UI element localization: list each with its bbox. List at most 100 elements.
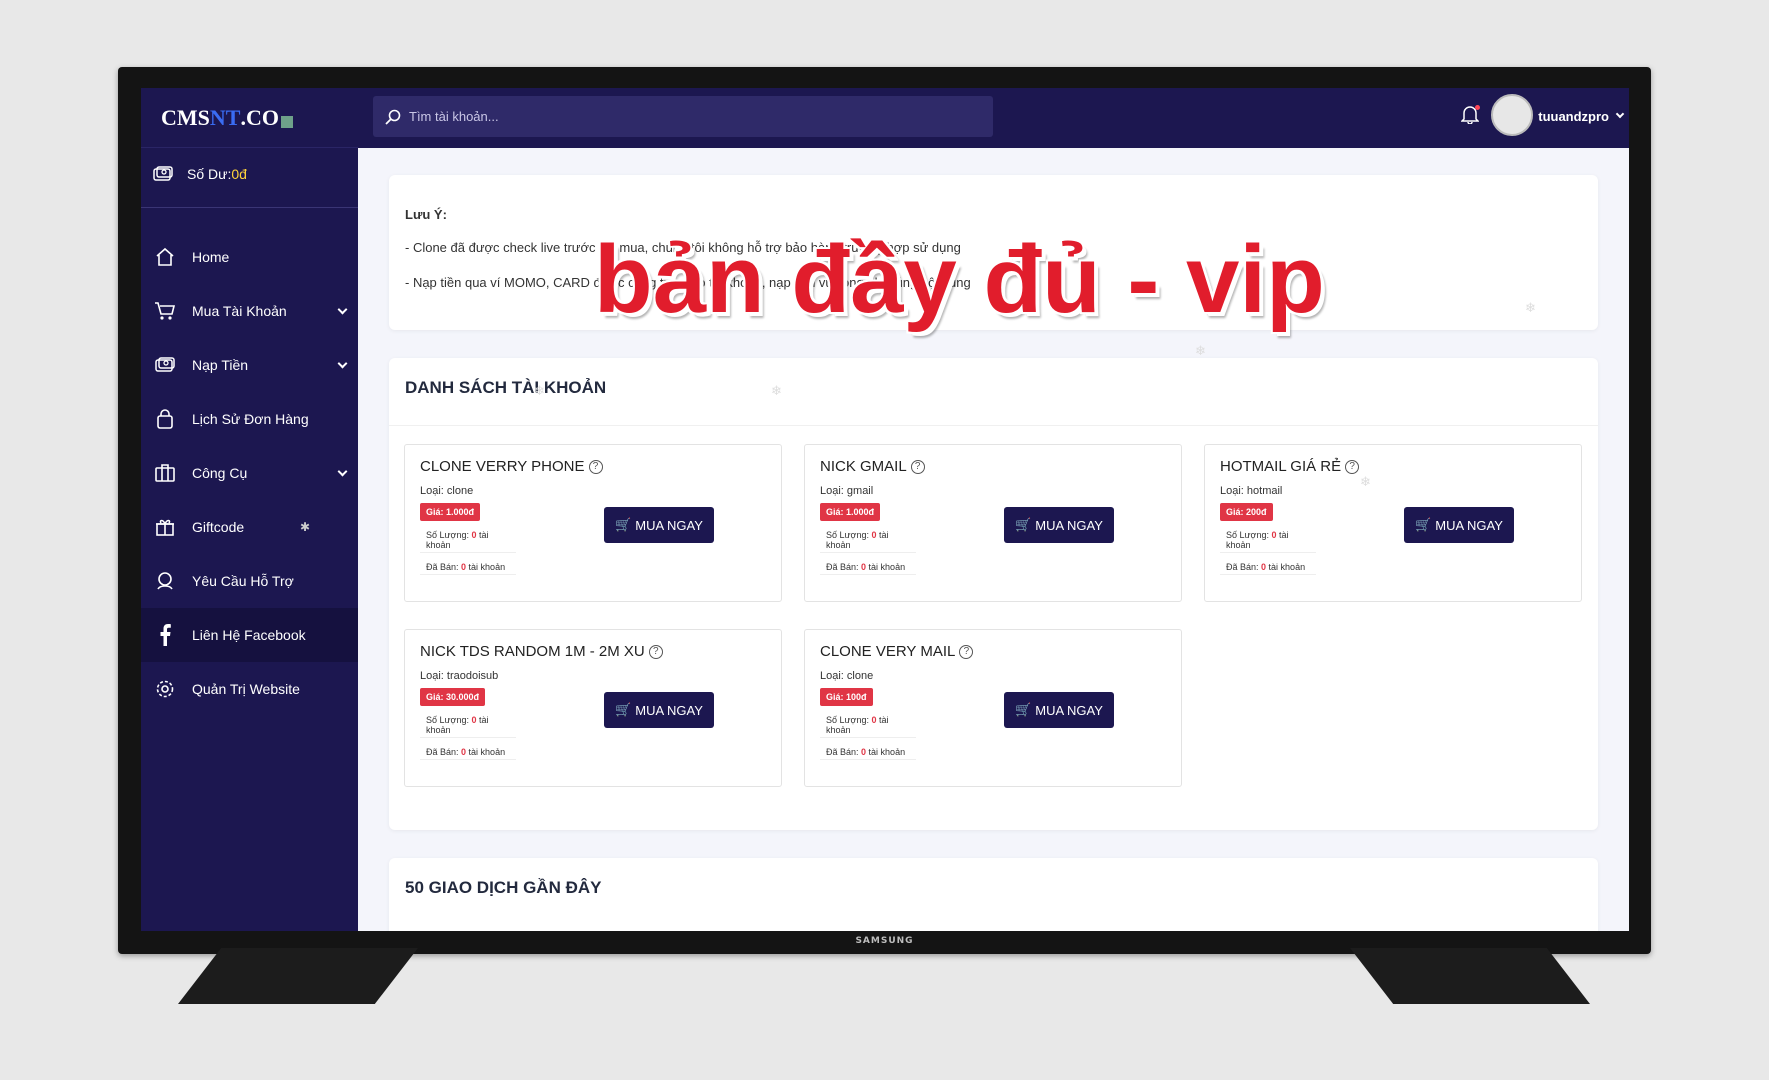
support-icon [153, 569, 177, 593]
stock-count: Số Lượng: 0 tài khoản [420, 528, 516, 553]
buy-label: MUA NGAY [1035, 702, 1103, 718]
buy-now-button[interactable]: 🛒 MUA NGAY [604, 507, 714, 543]
stock-count: Số Lượng: 0 tài khoản [420, 713, 516, 738]
logo-text-a: CMS [161, 104, 210, 130]
cart-icon: 🛒 [1015, 702, 1032, 717]
sold-unit: tài khoản [866, 562, 906, 572]
help-icon[interactable]: ? [1345, 459, 1360, 474]
buy-label: MUA NGAY [635, 702, 703, 718]
buy-now-button[interactable]: 🛒 MUA NGAY [1404, 507, 1514, 543]
money-icon [153, 353, 177, 377]
buy-label: MUA NGAY [1035, 517, 1103, 533]
notification-dot [1475, 105, 1480, 110]
cart-icon: 🛒 [1015, 517, 1032, 532]
recent-transactions-heading: 50 GIAO DỊCH GẦN ĐÂY [405, 878, 602, 897]
stock-label: Số Lượng: [826, 715, 872, 725]
product-type: Loại: hotmail [1220, 485, 1283, 497]
sidebar: CMS NT .CO Số Dư: 0đ Home Mua Tài Khoản Nạ… [141, 88, 358, 931]
search-placeholder: Tìm tài khoản... [409, 109, 499, 124]
sidebar-item-label: Công Cụ [192, 465, 248, 481]
sidebar-item-support[interactable]: Yêu Cầu Hỗ Trợ [141, 554, 358, 608]
product-name-row: HOTMAIL GIÁ RẺ? [1220, 458, 1566, 475]
snowflake-icon: ✱ [299, 520, 310, 534]
sidebar-item-label: Liên Hệ Facebook [192, 627, 306, 643]
product-name: HOTMAIL GIÁ RẺ [1220, 458, 1342, 475]
sidebar-item-label: Yêu Cầu Hỗ Trợ [192, 573, 294, 589]
search-input[interactable]: Tìm tài khoản... [373, 96, 993, 137]
browser-screen: CMS NT .CO Số Dư: 0đ Home Mua Tài Khoản Nạ… [141, 88, 1629, 931]
product-type: Loại: clone [420, 485, 474, 497]
balance-value: 0đ [231, 166, 247, 182]
wallet-icon [153, 166, 173, 182]
notice-title: Lưu Ý: [405, 207, 447, 222]
sold-label: Đã Bán: [826, 747, 862, 757]
sidebar-item-label: Nạp Tiền [192, 357, 249, 373]
user-name[interactable]: tuuandzpro [1538, 109, 1609, 124]
sidebar-item-deposit[interactable]: Nạp Tiền [141, 338, 358, 392]
buy-label: MUA NGAY [1435, 517, 1503, 533]
avatar[interactable] [1491, 94, 1533, 136]
sidebar-item-facebook[interactable]: Liên Hệ Facebook [141, 608, 358, 662]
buy-now-button[interactable]: 🛒 MUA NGAY [1004, 507, 1114, 543]
stock-count: Số Lượng: 0 tài khoản [820, 528, 916, 553]
help-icon[interactable]: ? [910, 459, 925, 474]
sidebar-item-tools[interactable]: Công Cụ [141, 446, 358, 500]
product-name: NICK GMAIL [820, 458, 907, 475]
product-card: NICK TDS RANDOM 1M - 2M XU? Loại: traodo… [404, 629, 782, 787]
sidebar-item-order-history[interactable]: Lịch Sử Đơn Hàng [141, 392, 358, 446]
product-name: CLONE VERY MAIL [820, 643, 956, 660]
help-icon[interactable]: ? [959, 644, 974, 659]
home-icon [153, 245, 177, 269]
price-badge: Giá: 100đ [820, 688, 873, 706]
site-logo[interactable]: CMS NT .CO [141, 88, 358, 148]
sold-count: Đã Bán: 0 tài khoản [420, 560, 516, 575]
sold-label: Đã Bán: [826, 562, 862, 572]
product-type: Loại: traodoisub [420, 670, 499, 682]
chevron-down-icon[interactable] [1615, 109, 1625, 119]
sidebar-item-label: Quản Trị Website [192, 681, 300, 697]
buy-now-button[interactable]: 🛒 MUA NGAY [604, 692, 714, 728]
product-card: CLONE VERY MAIL? Loại: clone Giá: 100đ S… [804, 629, 1182, 787]
account-list-card: DANH SÁCH TÀI KHOẢN CLONE VERRY PHONE? L… [389, 358, 1598, 830]
product-type: Loại: clone [820, 670, 874, 682]
sidebar-menu: Home Mua Tài Khoản Nạp Tiền Lịch Sử Đơn … [141, 230, 358, 716]
product-card: HOTMAIL GIÁ RẺ? Loại: hotmail Giá: 200đ … [1204, 444, 1582, 602]
balance-label: Số Dư: [187, 166, 232, 182]
account-list-heading: DANH SÁCH TÀI KHOẢN [389, 358, 1598, 426]
sold-count: Đã Bán: 0 tài khoản [820, 560, 916, 575]
tv-stand-left [178, 948, 418, 1004]
logo-text-c: .CO [240, 104, 279, 130]
facebook-icon [153, 623, 177, 647]
sidebar-item-label: Home [192, 249, 230, 265]
help-icon[interactable]: ? [588, 459, 603, 474]
product-type: Loại: gmail [820, 485, 874, 497]
price-badge: Giá: 30.000đ [420, 688, 486, 706]
chevron-down-icon [337, 304, 348, 315]
sidebar-item-home[interactable]: Home [141, 230, 358, 284]
buy-now-button[interactable]: 🛒 MUA NGAY [1004, 692, 1114, 728]
sidebar-item-buy-account[interactable]: Mua Tài Khoản [141, 284, 358, 338]
snowflake-icon: ❄ [1360, 474, 1371, 489]
bag-icon [153, 407, 177, 431]
stock-count: Số Lượng: 0 tài khoản [1220, 528, 1316, 553]
help-icon[interactable]: ? [648, 644, 663, 659]
chevron-down-icon [337, 466, 348, 477]
snowflake-icon: ❄ [534, 383, 545, 398]
sold-label: Đã Bán: [1226, 562, 1262, 572]
balance-display: Số Dư: 0đ [141, 148, 358, 208]
snowflake-icon: ❄ [771, 383, 782, 398]
sidebar-item-label: Lịch Sử Đơn Hàng [192, 411, 309, 427]
sold-unit: tài khoản [466, 747, 506, 757]
product-name: NICK TDS RANDOM 1M - 2M XU [420, 643, 645, 660]
search-icon [385, 109, 401, 125]
sidebar-item-admin[interactable]: Quản Trị Website [141, 662, 358, 716]
sold-label: Đã Bán: [426, 747, 462, 757]
sold-count: Đã Bán: 0 tài khoản [420, 745, 516, 760]
sidebar-item-giftcode[interactable]: Giftcode ✱ [141, 500, 358, 554]
recent-transactions-card: 50 GIAO DỊCH GẦN ĐÂY [389, 858, 1598, 931]
cart-icon: 🛒 [615, 517, 632, 532]
product-name-row: CLONE VERRY PHONE? [420, 458, 766, 475]
buy-label: MUA NGAY [635, 517, 703, 533]
price-badge: Giá: 1.000đ [820, 503, 881, 521]
notification-bell-icon[interactable] [1460, 104, 1480, 129]
